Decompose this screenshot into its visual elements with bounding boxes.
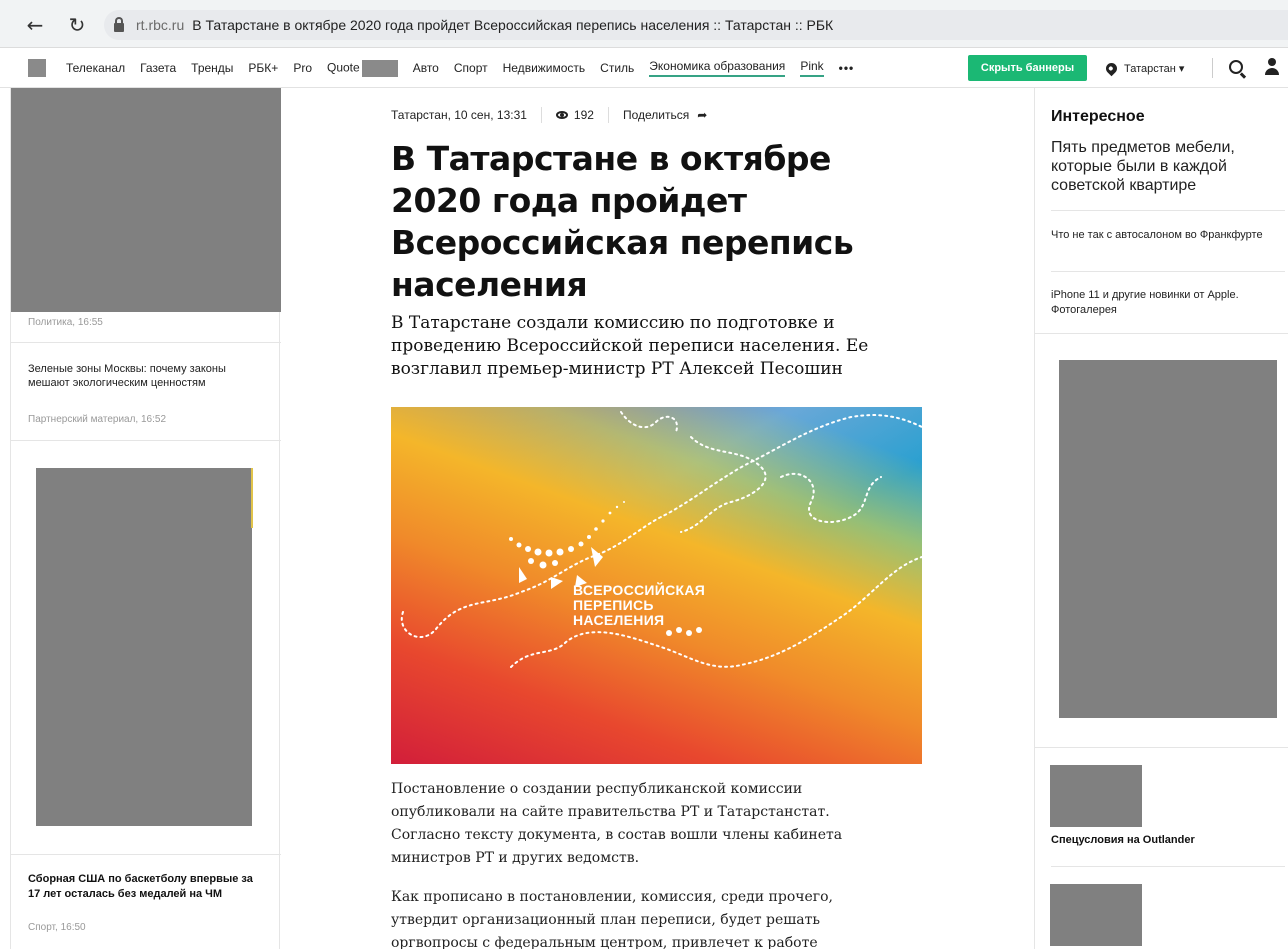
interesting-main-link[interactable]: Пять предметов мебели, которые были в ка… — [1051, 138, 1283, 195]
view-count: 192 — [573, 108, 594, 122]
image-text-line: ВСЕРОССИЙСКАЯ — [573, 582, 706, 598]
news-meta: Политика, 16:55 — [28, 317, 103, 328]
promo-thumbnail[interactable] — [1050, 765, 1142, 827]
menu-item-realty[interactable]: Недвижимость — [503, 61, 586, 75]
divider — [11, 342, 281, 343]
divider — [11, 854, 281, 855]
browser-toolbar: ← ↻ rt.rbc.ru В Татарстане в октябре 202… — [0, 0, 1288, 48]
menu-item-newspaper[interactable]: Газета — [140, 61, 176, 75]
hide-banners-button[interactable]: Скрыть баннеры — [968, 55, 1087, 81]
quote-placeholder — [361, 59, 398, 77]
menu-item-quote[interactable]: Quote — [327, 59, 398, 77]
news-meta: Партнерский материал, 16:52 — [28, 414, 167, 425]
region-label: Татарстан ▾ — [1124, 62, 1185, 75]
site-header: Телеканал Газета Тренды РБК+ Pro Quote А… — [0, 48, 1288, 88]
menu-item-trends[interactable]: Тренды — [191, 61, 233, 75]
address-bar[interactable]: rt.rbc.ru В Татарстане в октябре 2020 го… — [104, 10, 1288, 40]
article-date: Татарстан, 10 сен, 13:31 — [391, 108, 527, 122]
top-menu: Телеканал Газета Тренды РБК+ Pro Quote А… — [66, 48, 869, 88]
page-title-in-bar: В Татарстане в октябре 2020 года пройдет… — [192, 17, 834, 33]
menu-item-rbcplus[interactable]: РБК+ — [248, 61, 278, 75]
menu-item-style[interactable]: Стиль — [600, 61, 634, 75]
more-menu-icon[interactable]: ••• — [839, 61, 855, 75]
divider — [1035, 333, 1288, 334]
right-sidebar: Интересное Пять предметов мебели, которы… — [1034, 88, 1288, 949]
menu-item-auto[interactable]: Авто — [413, 61, 439, 75]
divider — [11, 440, 281, 441]
meta-divider — [607, 107, 609, 123]
share-arrow-icon: ➦ — [697, 108, 708, 122]
news-link[interactable]: Сборная США по баскетболу впервые за 17 … — [28, 872, 258, 902]
search-icon[interactable] — [1229, 60, 1243, 74]
share-button[interactable]: Поделиться ➦ — [623, 108, 707, 122]
ad-placeholder[interactable] — [11, 88, 281, 312]
ad-placeholder[interactable] — [1059, 360, 1277, 718]
article-title: В Татарстане в октябре 2020 года пройдет… — [391, 139, 854, 304]
lock-icon — [114, 16, 124, 32]
interesting-link[interactable]: iPhone 11 и другие новинки от Apple. Фот… — [1051, 288, 1287, 318]
article-lead: В Татарстане создали комиссию по подгото… — [391, 313, 869, 379]
article-paragraph: Как прописано в постановлении, комиссия,… — [391, 889, 834, 949]
ad-accent-line — [251, 468, 253, 528]
article-meta: Татарстан, 10 сен, 13:31 192 Поделиться ➦ — [391, 107, 707, 123]
user-icon[interactable] — [1264, 58, 1280, 76]
promo-thumbnail[interactable] — [1050, 884, 1142, 946]
divider — [1035, 747, 1288, 748]
image-text-line: ПЕРЕПИСЬ — [573, 597, 654, 613]
menu-item-quote-label: Quote — [327, 60, 360, 75]
reload-icon[interactable]: ↻ — [64, 12, 90, 38]
left-sidebar: Политика, 16:55 Зеленые зоны Москвы: поч… — [10, 88, 281, 949]
interesting-link[interactable]: Что не так с автосалоном во Франкфурте — [1051, 228, 1287, 243]
rbc-logo[interactable] — [28, 59, 46, 77]
ad-placeholder[interactable] — [36, 468, 252, 826]
region-selector[interactable]: Татарстан ▾ — [1103, 48, 1185, 88]
interesting-heading: Интересное — [1051, 108, 1145, 125]
news-link[interactable]: Зеленые зоны Москвы: почему законы мешаю… — [28, 362, 258, 390]
menu-item-tv[interactable]: Телеканал — [66, 61, 125, 75]
news-meta: Спорт, 16:50 — [28, 922, 86, 933]
share-label: Поделиться — [622, 108, 690, 122]
back-arrow-icon[interactable]: ← — [22, 12, 48, 38]
eye-icon — [555, 111, 568, 119]
article-paragraph: Постановление о создании республиканской… — [391, 781, 843, 866]
menu-item-pink[interactable]: Pink — [800, 59, 824, 77]
menu-item-sport[interactable]: Спорт — [454, 61, 488, 75]
divider — [1051, 210, 1285, 211]
divider — [1051, 271, 1285, 272]
location-pin-icon — [1103, 60, 1120, 76]
article-image[interactable]: ВСЕРОССИЙСКАЯ ПЕРЕПИСЬ НАСЕЛЕНИЯ — [391, 407, 922, 764]
image-text-line: НАСЕЛЕНИЯ — [573, 612, 665, 628]
promo-link[interactable]: Спецусловия на Outlander — [1051, 834, 1195, 846]
header-divider — [1212, 58, 1213, 78]
divider — [1051, 866, 1285, 867]
url-domain: rt.rbc.ru — [136, 17, 185, 33]
menu-item-education[interactable]: Экономика образования — [649, 59, 786, 77]
menu-item-pro[interactable]: Pro — [293, 61, 312, 75]
image-caption-text: ВСЕРОССИЙСКАЯ ПЕРЕПИСЬ НАСЕЛЕНИЯ — [573, 583, 705, 628]
meta-divider — [540, 107, 542, 123]
